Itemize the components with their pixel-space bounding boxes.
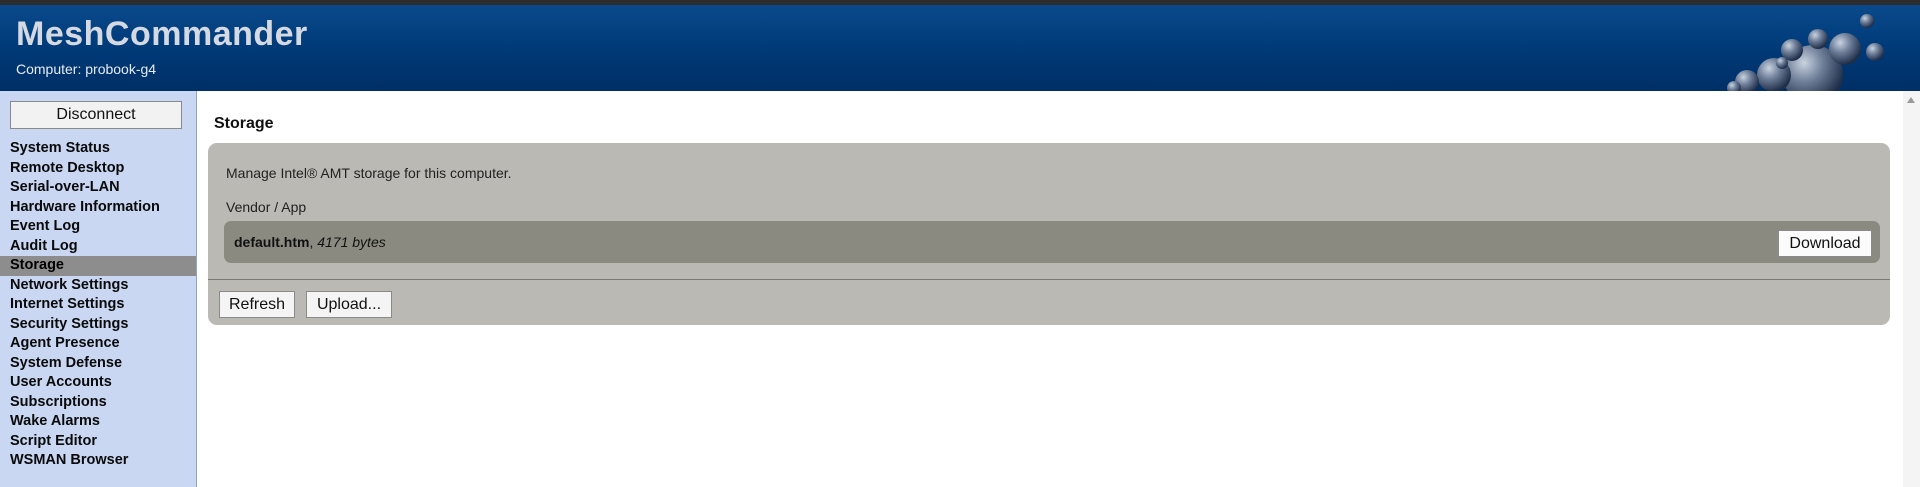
sidebar-item-serial-over-lan[interactable]: Serial-over-LAN [0,178,196,198]
app-title: MeshCommander [16,15,308,53]
sidebar-nav: System Status Remote Desktop Serial-over… [0,139,196,471]
sidebar-item-event-log[interactable]: Event Log [0,217,196,237]
storage-panel: Manage Intel® AMT storage for this compu… [208,143,1890,325]
vendor-app-label: Vendor / App [226,199,307,215]
sidebar-item-user-accounts[interactable]: User Accounts [0,373,196,393]
sidebar-item-script-editor[interactable]: Script Editor [0,432,196,452]
sidebar-item-audit-log[interactable]: Audit Log [0,237,196,257]
file-entry: default.htm, 4171 bytes [234,234,386,250]
panel-divider [208,279,1890,280]
sidebar-item-hardware-information[interactable]: Hardware Information [0,198,196,218]
sidebar-item-system-defense[interactable]: System Defense [0,354,196,374]
refresh-button[interactable]: Refresh [219,291,295,318]
disconnect-button[interactable]: Disconnect [10,101,182,129]
upload-button[interactable]: Upload... [306,291,392,318]
sidebar-item-security-settings[interactable]: Security Settings [0,315,196,335]
file-size: 4171 bytes [317,234,386,250]
computer-name: Computer: probook-g4 [16,61,157,77]
app-header: MeshCommander Computer: probook-g4 [0,5,1920,91]
vertical-scrollbar[interactable] [1903,91,1920,487]
sidebar: Disconnect System Status Remote Desktop … [0,91,197,487]
sidebar-item-subscriptions[interactable]: Subscriptions [0,393,196,413]
sidebar-item-wake-alarms[interactable]: Wake Alarms [0,412,196,432]
sidebar-item-remote-desktop[interactable]: Remote Desktop [0,159,196,179]
sidebar-item-network-settings[interactable]: Network Settings [0,276,196,296]
file-name: default.htm [234,234,310,250]
main-content: Storage Manage Intel® AMT storage for th… [198,91,1903,487]
storage-description: Manage Intel® AMT storage for this compu… [226,165,512,181]
sidebar-item-wsman-browser[interactable]: WSMAN Browser [0,451,196,471]
bubbles-logo-icon [1727,14,1884,91]
sidebar-item-system-status[interactable]: System Status [0,139,196,159]
file-row: default.htm, 4171 bytes Download [224,221,1880,263]
page-title: Storage [214,115,274,132]
scroll-up-arrow-icon[interactable] [1907,97,1915,103]
sidebar-item-storage[interactable]: Storage [0,256,196,276]
download-button[interactable]: Download [1778,230,1872,257]
sidebar-item-internet-settings[interactable]: Internet Settings [0,295,196,315]
sidebar-item-agent-presence[interactable]: Agent Presence [0,334,196,354]
